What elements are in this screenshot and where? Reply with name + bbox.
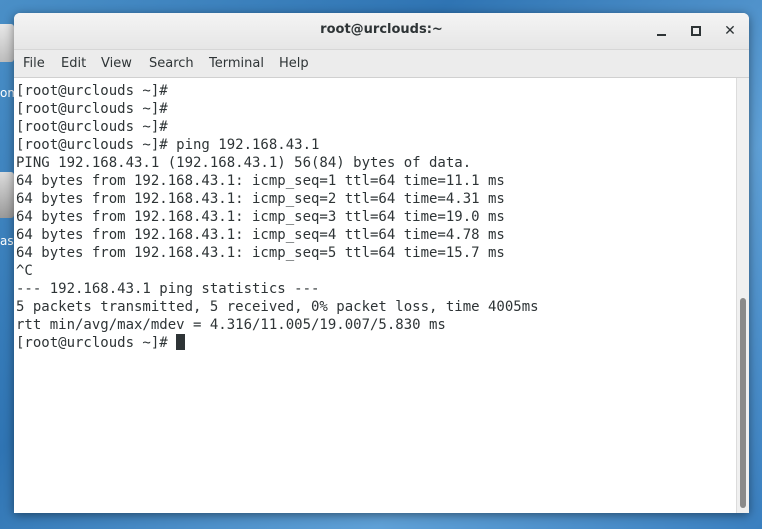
menu-search[interactable]: Search: [149, 56, 194, 71]
terminal-line: [root@urclouds ~]#: [16, 83, 168, 99]
terminal-prompt-line[interactable]: [root@urclouds ~]#: [16, 334, 737, 352]
terminal-line: PING 192.168.43.1 (192.168.43.1) 56(84) …: [16, 155, 472, 171]
menu-help[interactable]: Help: [279, 56, 309, 71]
terminal-line: 5 packets transmitted, 5 received, 0% pa…: [16, 299, 539, 315]
minimize-icon: [657, 34, 666, 36]
maximize-button[interactable]: [686, 21, 706, 41]
menu-view[interactable]: View: [101, 56, 132, 71]
terminal-line: [root@urclouds ~]#: [16, 101, 168, 117]
text-cursor: [176, 334, 186, 350]
terminal-output[interactable]: [root@urclouds ~]# [root@urclouds ~]# [r…: [14, 78, 737, 513]
menu-edit[interactable]: Edit: [61, 56, 86, 71]
menu-file[interactable]: File: [23, 56, 45, 71]
close-button[interactable]: ✕: [720, 21, 740, 41]
menu-bar: File Edit View Search Terminal Help: [14, 50, 749, 78]
terminal-line: [root@urclouds ~]#: [16, 119, 168, 135]
vertical-scrollbar[interactable]: [736, 78, 749, 513]
terminal-line: 64 bytes from 192.168.43.1: icmp_seq=5 t…: [16, 245, 505, 261]
close-icon: ✕: [724, 23, 736, 39]
title-bar[interactable]: root@urclouds:~ ✕: [14, 13, 749, 50]
desktop-icon-label: as: [0, 234, 14, 248]
terminal-window: root@urclouds:~ ✕ File Edit View Search …: [14, 13, 749, 513]
maximize-icon: [691, 26, 701, 36]
terminal-line: --- 192.168.43.1 ping statistics ---: [16, 281, 320, 297]
terminal-line: rtt min/avg/max/mdev = 4.316/11.005/19.0…: [16, 317, 446, 333]
scrollbar-thumb[interactable]: [740, 298, 746, 508]
minimize-button[interactable]: [652, 21, 672, 41]
desktop-icon-home[interactable]: [0, 24, 14, 62]
terminal-prompt: [root@urclouds ~]#: [16, 335, 177, 351]
terminal-line: 64 bytes from 192.168.43.1: icmp_seq=3 t…: [16, 209, 505, 225]
terminal-line: 64 bytes from 192.168.43.1: icmp_seq=4 t…: [16, 227, 505, 243]
menu-terminal[interactable]: Terminal: [209, 56, 264, 71]
desktop-icon-trash[interactable]: [0, 172, 14, 218]
terminal-line: ^C: [16, 263, 33, 279]
terminal-line: 64 bytes from 192.168.43.1: icmp_seq=2 t…: [16, 191, 505, 207]
terminal-line: 64 bytes from 192.168.43.1: icmp_seq=1 t…: [16, 173, 505, 189]
window-title: root@urclouds:~: [320, 22, 443, 37]
terminal-line: [root@urclouds ~]# ping 192.168.43.1: [16, 137, 320, 153]
